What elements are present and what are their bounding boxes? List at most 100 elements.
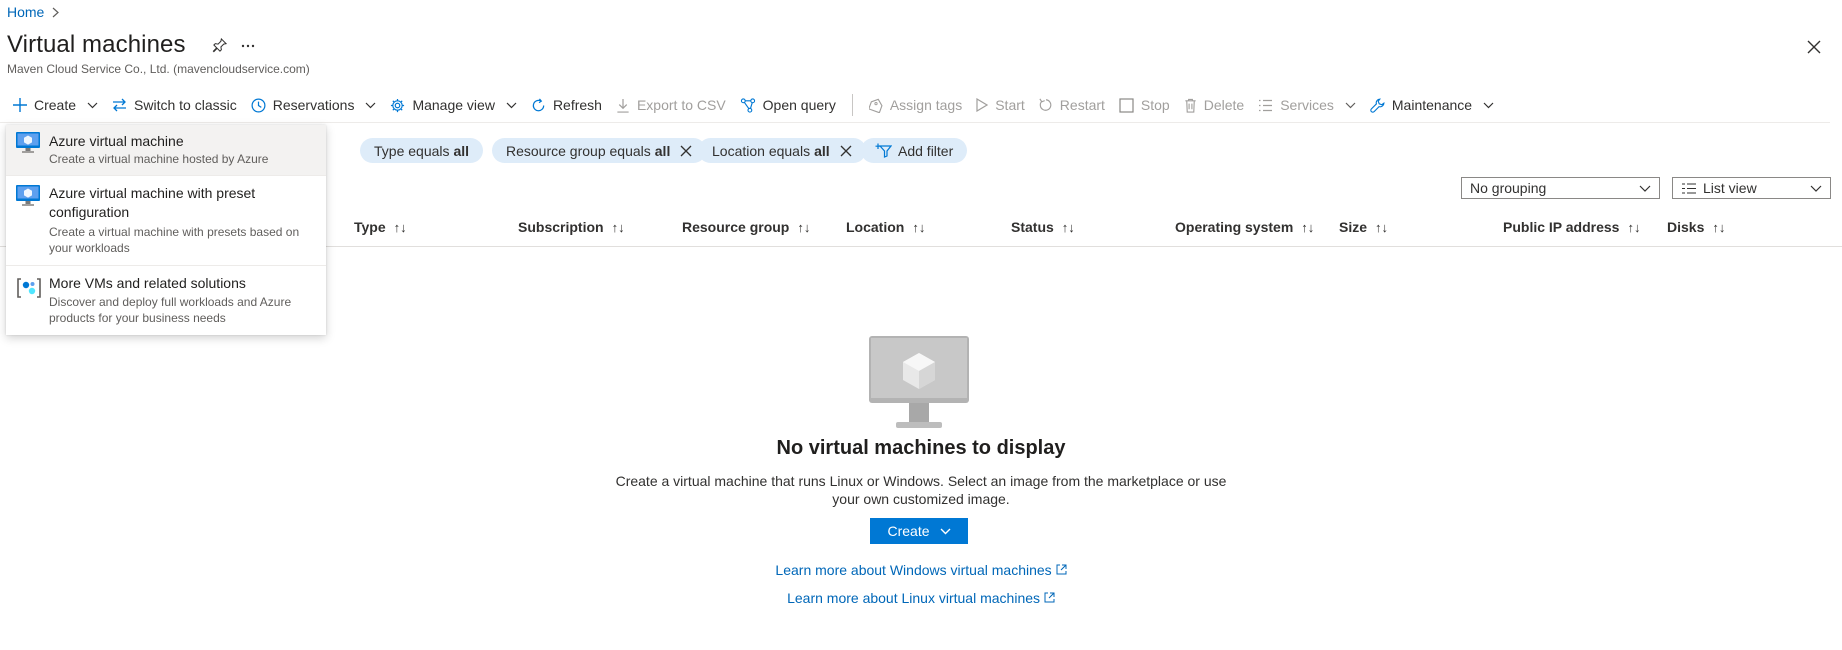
menu-item-more-vms[interactable]: More VMs and related solutions Discover … <box>6 266 326 335</box>
filter-rg-label: Resource group equals <box>506 142 651 159</box>
sort-arrows-icon: ↑↓ <box>1375 219 1389 235</box>
page-subtitle: Maven Cloud Service Co., Ltd. (mavenclou… <box>7 62 310 76</box>
command-bar: Create Switch to classic Reservations Ma… <box>6 92 1501 118</box>
stop-button[interactable]: Stop <box>1112 92 1177 118</box>
tag-icon <box>868 98 883 113</box>
manage-view-button[interactable]: Manage view <box>383 92 524 118</box>
sort-arrows-icon: ↑↓ <box>1627 219 1641 235</box>
view-mode-wrapper: List view <box>1681 180 1757 196</box>
menu-item-title: More VMs and related solutions <box>49 275 246 291</box>
breadcrumb: Home <box>7 4 60 20</box>
restart-button[interactable]: Restart <box>1032 92 1112 118</box>
learn-windows-row: Learn more about Windows virtual machine… <box>0 562 1842 578</box>
export-csv-label: Export to CSV <box>636 97 726 113</box>
remove-filter-icon[interactable] <box>680 145 692 157</box>
chevron-down-icon <box>506 102 517 108</box>
toolbar-divider <box>851 94 853 116</box>
switch-to-classic-button[interactable]: Switch to classic <box>105 92 244 118</box>
filter-pill-location[interactable]: Location equals all <box>698 138 866 163</box>
close-button[interactable] <box>1804 37 1824 57</box>
maintenance-button[interactable]: Maintenance <box>1363 92 1501 118</box>
reservations-label: Reservations <box>272 97 355 113</box>
chevron-down-icon <box>1483 102 1494 108</box>
filter-rg-value: all <box>654 142 671 159</box>
sort-arrows-icon: ↑↓ <box>1061 219 1075 235</box>
column-header-label: Disks <box>1667 219 1705 235</box>
open-query-button[interactable]: Open query <box>733 92 843 118</box>
grouping-value: No grouping <box>1470 180 1547 196</box>
menu-item-description: Create a virtual machine hosted by Azure <box>49 152 269 166</box>
create-button[interactable]: Create <box>6 92 105 118</box>
pin-icon[interactable] <box>212 38 227 53</box>
switch-to-classic-label: Switch to classic <box>134 97 237 113</box>
menu-item-description: Discover and deploy full workloads and A… <box>49 295 292 325</box>
menu-item-azure-vm-preset[interactable]: Azure virtual machine with preset config… <box>6 176 326 264</box>
trash-icon <box>1185 98 1196 113</box>
add-filter-icon <box>875 143 892 158</box>
column-header-subscription[interactable]: Subscription ↑↓ <box>518 219 625 235</box>
sort-arrows-icon: ↑↓ <box>1301 219 1315 235</box>
menu-item-description: Create a virtual machine with presets ba… <box>49 225 300 255</box>
plus-icon <box>13 98 27 112</box>
column-header-label: Status <box>1011 219 1054 235</box>
switch-arrows-icon <box>113 98 127 112</box>
learn-linux-row: Learn more about Linux virtual machines <box>0 590 1842 606</box>
assign-tags-button[interactable]: Assign tags <box>862 92 969 118</box>
start-label: Start <box>995 97 1025 113</box>
column-header-type[interactable]: Type ↑↓ <box>354 219 407 235</box>
download-icon <box>617 98 629 113</box>
export-csv-button[interactable]: Export to CSV <box>609 92 733 118</box>
column-header-disks[interactable]: Disks ↑↓ <box>1667 219 1725 235</box>
solutions-icon <box>16 277 42 299</box>
column-header-operating-system[interactable]: Operating system ↑↓ <box>1175 219 1314 235</box>
vm-monitor-icon <box>16 132 40 154</box>
delete-button[interactable]: Delete <box>1177 92 1251 118</box>
filter-pill-resource-group[interactable]: Resource group equals all <box>492 138 707 163</box>
reservations-button[interactable]: Reservations <box>244 92 384 118</box>
column-header-label: Resource group <box>682 219 790 235</box>
filter-pill-type[interactable]: Type equals all <box>360 138 484 163</box>
add-filter-button[interactable]: Add filter <box>861 138 968 163</box>
empty-state-title: No virtual machines to display <box>776 437 1066 459</box>
more-options-icon[interactable] <box>241 44 255 48</box>
chevron-down-icon <box>1810 185 1822 192</box>
menu-item-azure-vm[interactable]: Azure virtual machine Create a virtual m… <box>6 125 326 175</box>
stop-square-icon <box>1119 97 1134 113</box>
empty-state-create-button[interactable]: Create <box>870 518 968 544</box>
create-label: Create <box>34 97 77 113</box>
column-header-label: Public IP address <box>1503 219 1620 235</box>
maintenance-label: Maintenance <box>1391 97 1473 113</box>
menu-item-title: Azure virtual machine with preset config… <box>49 185 256 220</box>
column-header-size[interactable]: Size ↑↓ <box>1339 219 1388 235</box>
filter-type-value: all <box>453 142 470 159</box>
sort-arrows-icon: ↑↓ <box>912 219 926 235</box>
column-header-location[interactable]: Location ↑↓ <box>846 219 925 235</box>
column-header-status[interactable]: Status ↑↓ <box>1011 219 1075 235</box>
empty-state-description: Create a virtual machine that runs Linux… <box>615 473 1227 507</box>
filter-location-label: Location equals <box>712 142 811 159</box>
grouping-select[interactable]: No grouping <box>1461 177 1660 199</box>
remove-filter-icon[interactable] <box>840 145 852 157</box>
assign-tags-label: Assign tags <box>889 97 963 113</box>
chevron-down-icon <box>1345 102 1356 108</box>
learn-linux-link[interactable]: Learn more about Linux virtual machines <box>787 590 1040 606</box>
column-header-resource-group[interactable]: Resource group ↑↓ <box>682 219 810 235</box>
wrench-icon <box>1370 98 1385 113</box>
learn-windows-link[interactable]: Learn more about Windows virtual machine… <box>775 562 1051 578</box>
add-filter-label: Add filter <box>898 142 954 159</box>
restart-label: Restart <box>1059 97 1105 113</box>
filter-location-value: all <box>814 142 830 159</box>
filter-type-label: Type equals <box>374 142 450 159</box>
view-mode-select[interactable]: List view <box>1672 177 1831 199</box>
gear-icon <box>391 98 405 112</box>
chevron-right-icon <box>52 7 60 18</box>
breadcrumb-home[interactable]: Home <box>7 4 44 20</box>
refresh-button[interactable]: Refresh <box>524 92 609 118</box>
restart-icon <box>1039 98 1052 111</box>
column-header-label: Subscription <box>518 219 604 235</box>
start-button[interactable]: Start <box>969 92 1032 118</box>
column-header-public-ip[interactable]: Public IP address ↑↓ <box>1503 219 1640 235</box>
services-button[interactable]: Services <box>1251 92 1363 118</box>
open-query-label: Open query <box>762 97 836 113</box>
chevron-down-icon <box>940 528 951 534</box>
